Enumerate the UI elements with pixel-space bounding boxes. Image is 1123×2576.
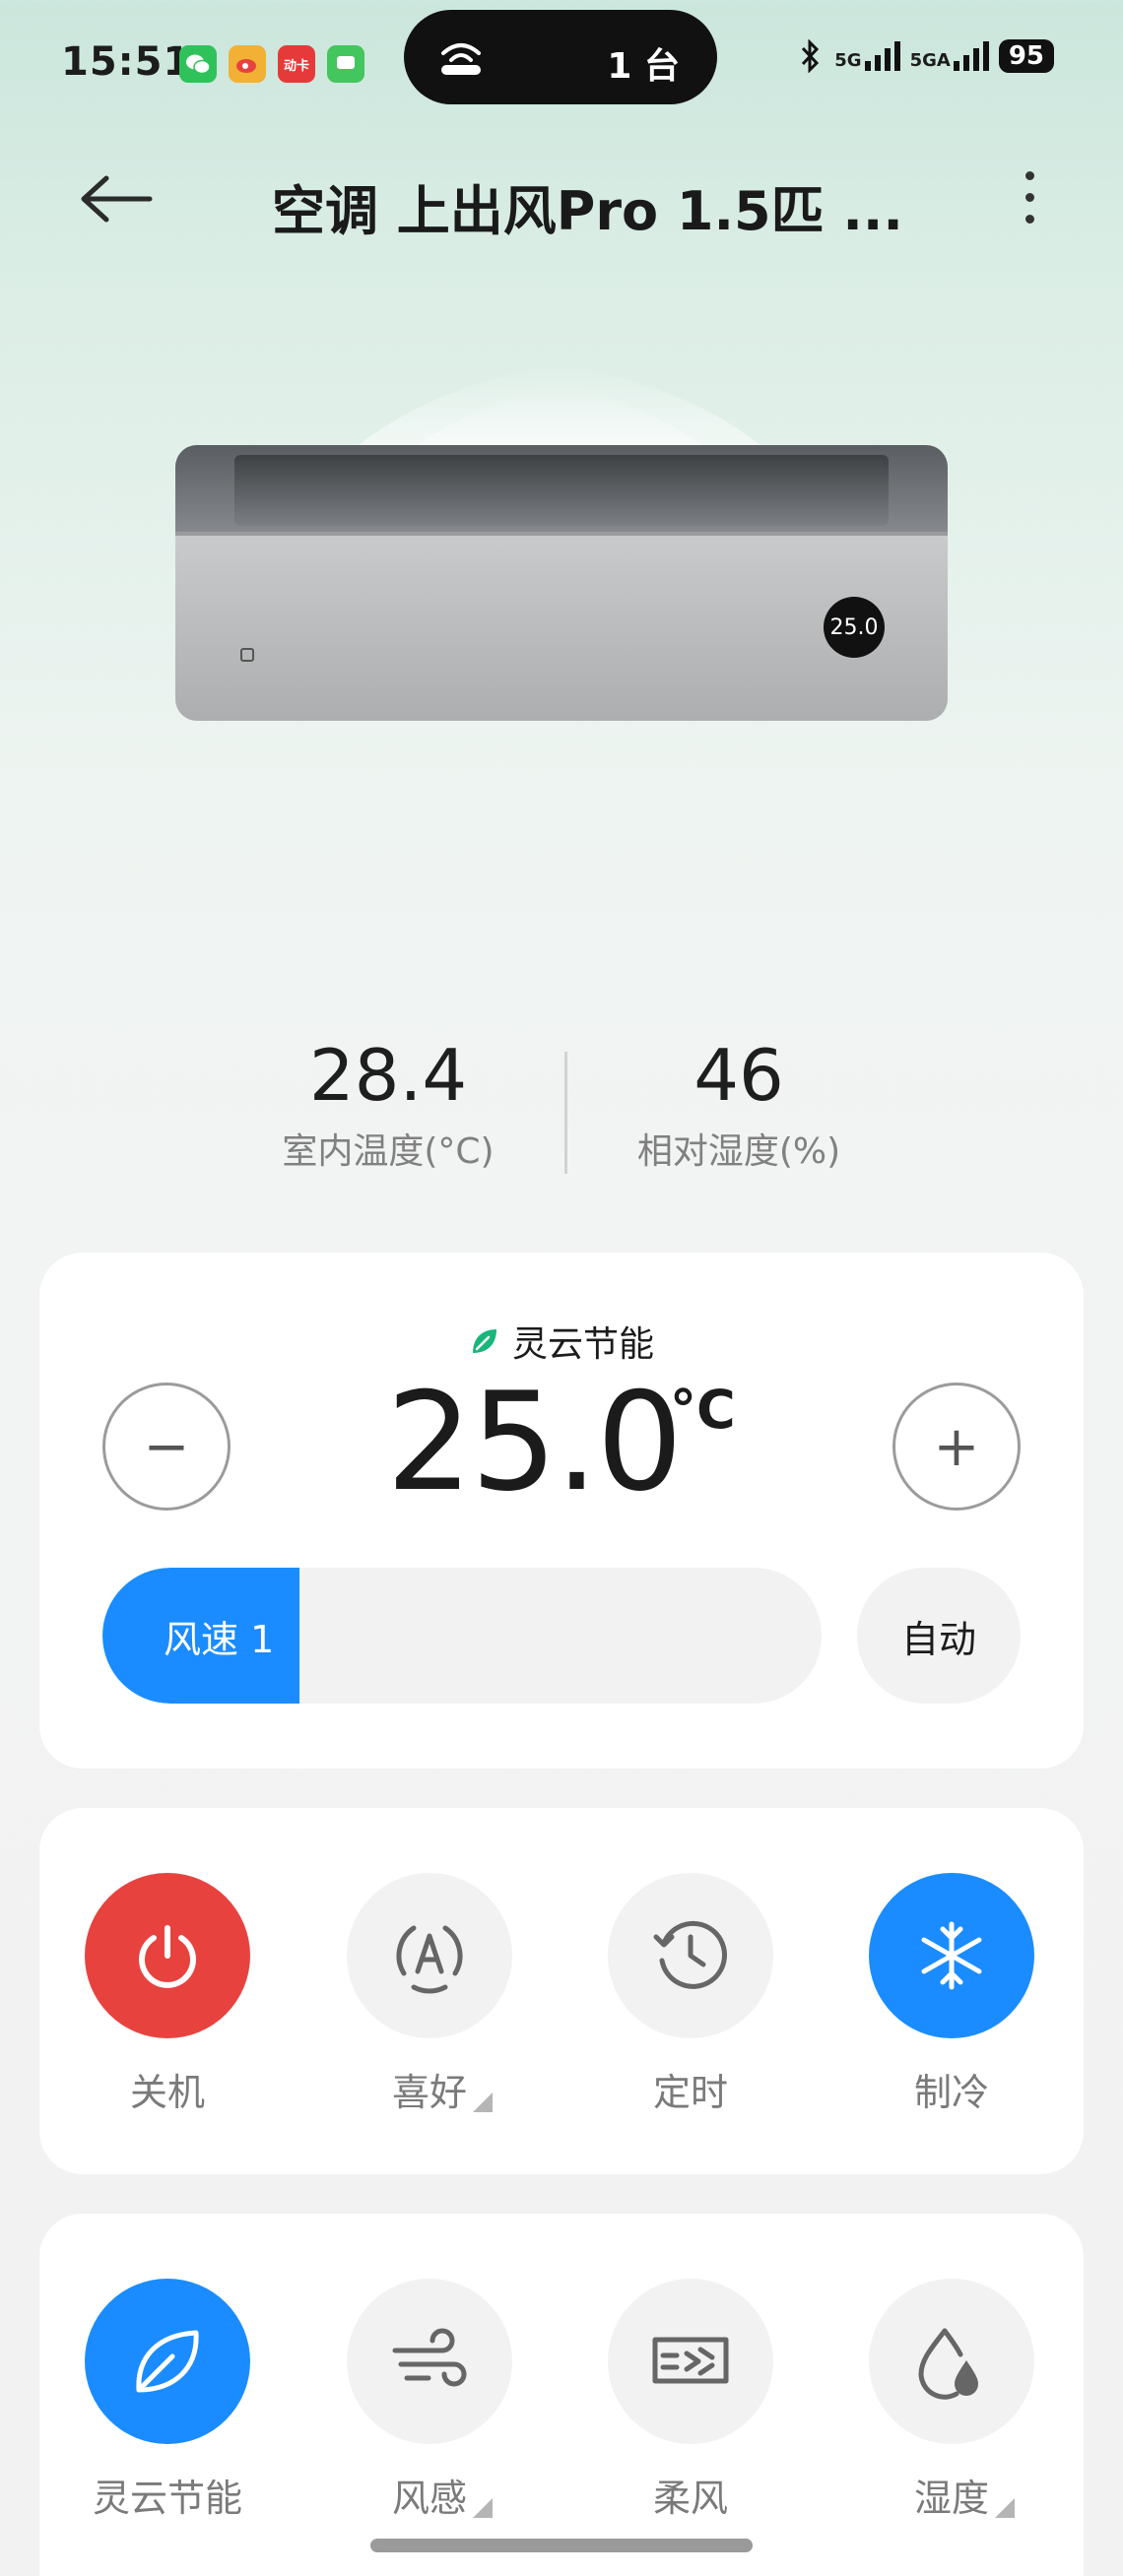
bluetooth-icon xyxy=(802,39,820,73)
device-count: 1 台 xyxy=(607,46,680,87)
preference-button[interactable]: 喜好 xyxy=(331,1873,528,2116)
status-bar: 15:51 动卡 1 台 5G 5GA 95 xyxy=(0,0,1123,128)
ac-body: 25.0 xyxy=(175,532,948,721)
connected-device-icon xyxy=(441,43,481,75)
humidity-label: 湿度 xyxy=(914,2468,1015,2522)
power-off-label: 关机 xyxy=(129,2071,205,2114)
status-indicators: 5G 5GA 95 xyxy=(795,39,1054,73)
humidity-button-circle[interactable] xyxy=(869,2279,1034,2444)
cooling-button-circle[interactable] xyxy=(869,1873,1034,2038)
preference-icon xyxy=(396,1925,463,1994)
feature-button-row: 灵云节能 风感 柔风 湿度 xyxy=(39,2279,1084,2554)
snowflake-icon xyxy=(921,1921,982,1990)
timer-button-circle[interactable] xyxy=(608,1873,773,2038)
cooling-mode-button[interactable]: 制冷 xyxy=(853,1873,1050,2116)
app-badge-icon: 动卡 xyxy=(278,45,315,83)
brand-logo-icon xyxy=(240,648,254,662)
relative-humidity-value: 46 xyxy=(694,1034,784,1117)
readings-divider xyxy=(564,1052,567,1174)
notification-icons: 动卡 xyxy=(179,45,364,83)
power-off-button[interactable]: 关机 xyxy=(69,1873,266,2116)
wind-feel-label: 风感 xyxy=(392,2468,493,2522)
fan-auto-label: 自动 xyxy=(900,1617,976,1661)
arrow-left-icon xyxy=(81,175,153,223)
battery-indicator: 95 xyxy=(998,39,1054,73)
indoor-temperature: 28.4 室内温度(°C) xyxy=(240,1034,536,1174)
leaf-icon xyxy=(472,1329,496,1353)
signal-bars-icon xyxy=(953,41,989,71)
more-dot xyxy=(1024,192,1034,202)
environment-readings: 28.4 室内温度(°C) 46 相对湿度(%) xyxy=(0,1034,1123,1191)
eco-mode-button[interactable]: 灵云节能 xyxy=(69,2279,266,2522)
more-dot xyxy=(1024,214,1034,224)
eco-mode-indicator: 灵云节能 xyxy=(39,1316,1084,1367)
soft-wind-button[interactable]: 柔风 xyxy=(592,2279,789,2522)
preference-label: 喜好 xyxy=(392,2062,493,2116)
dynamic-island[interactable]: 1 台 xyxy=(404,10,717,104)
indoor-temperature-label: 室内温度(°C) xyxy=(282,1131,495,1172)
more-options-button[interactable] xyxy=(1005,158,1054,236)
humidity-icon xyxy=(918,2328,978,2400)
status-time: 15:51 xyxy=(61,39,192,85)
fan-auto-button[interactable]: 自动 xyxy=(857,1568,1021,1704)
dropdown-indicator-icon xyxy=(473,2093,493,2112)
wind-feel-button[interactable]: 风感 xyxy=(331,2279,528,2522)
page-title: 空调 上出风Pro 1.5匹 ... xyxy=(272,180,903,242)
signal-strength-1: 5G xyxy=(834,41,900,71)
temperature-control-card: 灵云节能 − 25.0 °C + 风速 1 自动 xyxy=(39,1253,1084,1769)
minus-icon: − xyxy=(143,1414,190,1479)
humidity-button[interactable]: 湿度 xyxy=(853,2279,1050,2522)
weibo-icon xyxy=(229,45,266,83)
wind-feel-button-circle[interactable] xyxy=(347,2279,512,2444)
feature-buttons-card: 灵云节能 风感 柔风 湿度 xyxy=(39,2214,1084,2576)
signal-strength-2: 5GA xyxy=(910,41,989,71)
dropdown-indicator-icon xyxy=(995,2498,1015,2518)
mode-buttons-card: 关机 喜好 定时 制冷 xyxy=(39,1808,1084,2174)
timer-label: 定时 xyxy=(652,2071,728,2114)
home-indicator[interactable] xyxy=(370,2539,753,2552)
leaf-icon xyxy=(136,2330,199,2393)
eco-button-circle[interactable] xyxy=(85,2279,250,2444)
power-button-circle[interactable] xyxy=(85,1873,250,2038)
header: 空调 上出风Pro 1.5匹 ... xyxy=(0,138,1123,256)
eco-mode-button-label: 灵云节能 xyxy=(92,2477,242,2520)
fan-speed-label: 风速 1 xyxy=(164,1617,275,1661)
wind-icon xyxy=(392,2328,467,2387)
mode-button-row: 关机 喜好 定时 制冷 xyxy=(39,1873,1084,2149)
messages-icon xyxy=(327,45,364,83)
relative-humidity: 46 相对湿度(%) xyxy=(591,1034,887,1174)
plus-icon: + xyxy=(933,1414,980,1479)
fan-speed-fill[interactable]: 风速 1 xyxy=(102,1568,299,1704)
timer-button[interactable]: 定时 xyxy=(592,1873,789,2116)
increase-temperature-button[interactable]: + xyxy=(892,1383,1021,1511)
power-icon xyxy=(139,1925,196,1988)
target-temperature: 25.0 xyxy=(386,1363,683,1521)
wechat-icon xyxy=(179,45,217,83)
soft-wind-label: 柔风 xyxy=(652,2477,728,2520)
soft-wind-button-circle[interactable] xyxy=(608,2279,773,2444)
decrease-temperature-button[interactable]: − xyxy=(102,1383,231,1511)
signal-bars-icon xyxy=(864,41,900,71)
back-button[interactable] xyxy=(79,160,177,238)
timer-icon xyxy=(653,1920,727,1989)
air-conditioner-image: 25.0 xyxy=(175,354,948,721)
preference-button-circle[interactable] xyxy=(347,1873,512,2038)
ac-panel-display: 25.0 xyxy=(824,597,885,658)
more-dot xyxy=(1024,170,1034,180)
indoor-temperature-value: 28.4 xyxy=(308,1034,468,1117)
cooling-label: 制冷 xyxy=(913,2071,989,2114)
dropdown-indicator-icon xyxy=(473,2498,493,2518)
ac-top-vent xyxy=(175,445,948,544)
temperature-unit: °C xyxy=(670,1379,736,1441)
soft-wind-icon xyxy=(652,2337,729,2384)
fan-speed-slider[interactable]: 风速 1 xyxy=(102,1568,822,1704)
eco-mode-label: 灵云节能 xyxy=(511,1324,654,1365)
relative-humidity-label: 相对湿度(%) xyxy=(636,1131,841,1172)
